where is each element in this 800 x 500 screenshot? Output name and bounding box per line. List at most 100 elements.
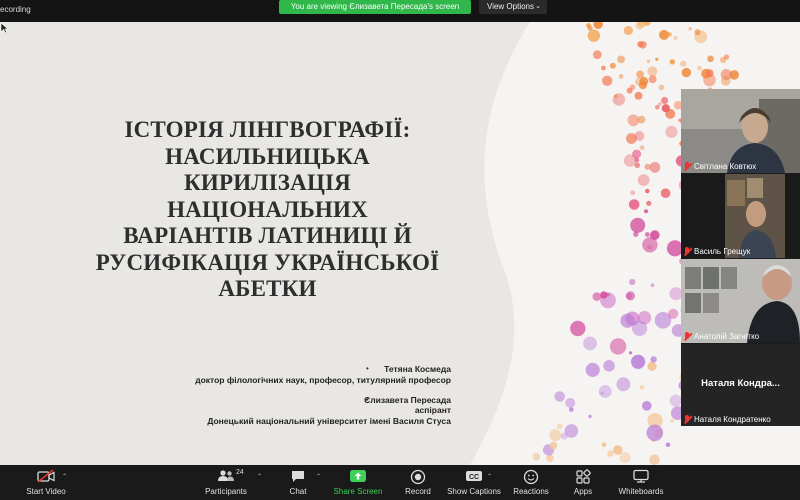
decorative-dot — [637, 115, 646, 124]
decorative-dot — [660, 188, 671, 198]
decorative-dot — [637, 41, 644, 48]
video-off-icon — [37, 469, 55, 483]
participant-name: Анатолій Загнітко — [683, 332, 759, 341]
decorative-dot — [549, 441, 558, 450]
decorative-dot — [644, 163, 651, 170]
decorative-dot — [646, 59, 651, 64]
decorative-dot — [673, 35, 678, 40]
decorative-dot — [600, 391, 604, 395]
apps-button[interactable]: Apps — [566, 465, 600, 500]
slide-title-line: ІСТОРІЯ ЛІНГВОГРАФІЇ: — [124, 117, 411, 142]
decorative-dot — [655, 57, 659, 61]
caret-up-icon[interactable]: ⌃ — [316, 473, 321, 480]
muted-mic-icon — [683, 247, 692, 256]
muted-mic-icon — [683, 415, 692, 424]
decorative-dot — [616, 377, 631, 392]
decorative-dot — [629, 278, 636, 286]
decorative-dot — [601, 442, 607, 447]
decorative-dot — [668, 308, 679, 319]
participant-name: Василь Грещук — [683, 247, 750, 256]
decorative-dot — [644, 232, 650, 237]
decorative-dot — [634, 91, 643, 100]
decorative-dot — [670, 418, 675, 423]
decorative-dot — [598, 385, 612, 398]
shared-screen-slide: ІСТОРІЯ ЛІНГВОГРАФІЇ: НАСИЛЬНИЦЬКА КИРИЛ… — [0, 22, 800, 465]
record-icon — [410, 469, 426, 485]
slide-title: ІСТОРІЯ ЛІНГВОГРАФІЇ: НАСИЛЬНИЦЬКА КИРИЛ… — [90, 117, 445, 303]
decorative-dot — [628, 351, 633, 355]
participants-count: 24 — [236, 469, 244, 476]
author1-title: доктор філологічних наук, професор, титу… — [195, 375, 451, 385]
chat-label: Chat — [289, 487, 307, 496]
slide-title-line: АБЕТКИ — [218, 276, 317, 301]
show-captions-label: Show Captions — [447, 487, 501, 496]
slide-title-line: НАЦІОНАЛЬНИХ — [167, 196, 368, 222]
chat-icon — [292, 471, 304, 482]
caret-up-icon[interactable]: ⌃ — [487, 473, 492, 480]
apps-icon — [576, 469, 591, 484]
top-bar: ecording You are viewing Єлизавета Перес… — [0, 0, 800, 22]
decorative-dot — [645, 188, 650, 194]
decorative-dot — [661, 96, 669, 105]
decorative-dot — [650, 356, 657, 363]
decorative-dot — [619, 452, 631, 464]
decorative-dot — [628, 199, 640, 210]
decorative-dot — [618, 74, 624, 79]
decorative-dot — [661, 104, 670, 113]
participants-button[interactable]: Participants — [200, 465, 252, 500]
view-options-button[interactable]: View Options ⌄ — [479, 0, 547, 14]
video-feed — [681, 89, 800, 173]
caret-up-icon[interactable]: ⌃ — [62, 473, 67, 480]
decorative-dot — [680, 60, 687, 67]
video-feed — [681, 174, 800, 258]
reactions-label: Reactions — [513, 487, 549, 496]
share-screen-button[interactable]: Share Screen — [332, 465, 384, 500]
mouse-cursor-icon — [0, 22, 8, 34]
author2-org: Донецький національний університет імені… — [207, 416, 451, 426]
reactions-button[interactable]: Reactions — [511, 465, 551, 500]
decorative-dot — [688, 27, 692, 31]
decorative-dot — [669, 59, 675, 65]
decorative-dot — [647, 361, 657, 371]
participant-tile[interactable]: Світлана Ковтюх — [681, 89, 800, 173]
decorative-dot — [649, 454, 660, 465]
participant-name: Наталя Кондратенко — [683, 415, 771, 424]
decorative-dot — [602, 75, 613, 86]
decorative-dot — [639, 76, 649, 86]
decorative-dot — [655, 105, 660, 110]
show-captions-button[interactable]: CC Show Captions — [446, 465, 502, 500]
captions-icon: CC — [466, 471, 482, 481]
participant-tile[interactable]: Анатолій Загнітко — [681, 259, 800, 343]
record-label: Record — [405, 487, 431, 496]
slide-title-line: НАСИЛЬНИЦЬКА — [165, 143, 370, 169]
decorative-dot — [606, 292, 611, 297]
decorative-dot — [560, 432, 568, 440]
decorative-dot — [630, 217, 646, 233]
decorative-dot — [588, 414, 592, 419]
zoom-window: ecording You are viewing Єлизавета Перес… — [0, 0, 800, 500]
record-button[interactable]: Record — [398, 465, 438, 500]
decorative-dot — [546, 454, 554, 463]
participant-tile[interactable]: Наталя Кондра... Наталя Кондратенко — [681, 344, 800, 426]
caret-up-icon[interactable]: ⌃ — [257, 473, 262, 480]
decorative-dot — [625, 291, 636, 301]
participants-label: Participants — [205, 487, 247, 496]
decorative-dot — [570, 320, 586, 337]
participant-display-name: Наталя Кондра... — [701, 378, 780, 389]
chat-button[interactable]: Chat — [278, 465, 318, 500]
slide-title-line: ВАРІАНТІВ ЛАТИНИЦІ Й — [123, 223, 412, 248]
start-video-button[interactable]: Start Video — [18, 465, 74, 500]
decorative-dot — [554, 391, 565, 402]
decorative-dot — [642, 401, 652, 411]
whiteboards-button[interactable]: Whiteboards — [614, 465, 668, 500]
participant-tile[interactable]: Василь Грещук — [681, 174, 800, 258]
decorative-dot — [600, 291, 608, 299]
decorative-dot — [601, 65, 606, 71]
decorative-dot — [632, 149, 642, 159]
decorative-dot — [607, 450, 614, 457]
muted-mic-icon — [683, 332, 692, 341]
reactions-smiley-icon — [523, 469, 539, 485]
participant-name: Світлана Ковтюх — [683, 162, 756, 171]
decorative-dot — [623, 25, 634, 36]
video-feed — [681, 259, 800, 343]
